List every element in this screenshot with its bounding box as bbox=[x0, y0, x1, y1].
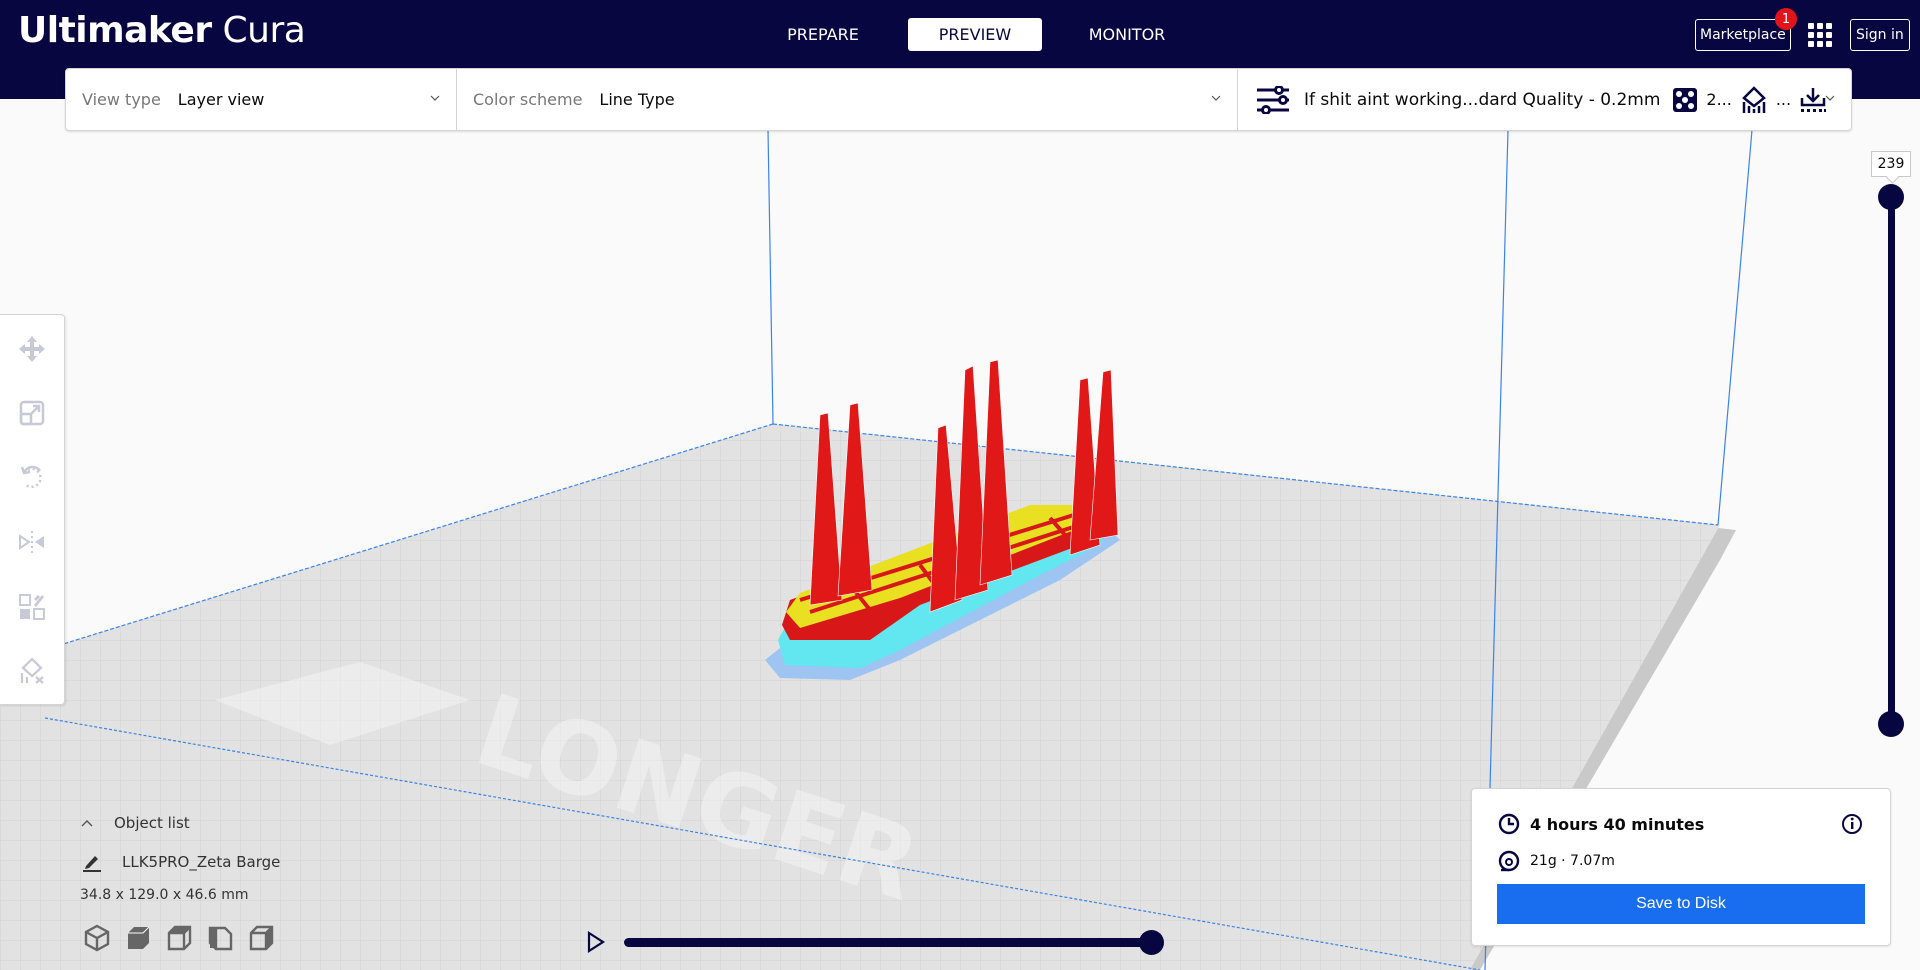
print-info-panel: 4 hours 40 minutes 21g · 7.07m Save to D… bbox=[1471, 788, 1891, 946]
view-top-icon[interactable] bbox=[165, 924, 193, 952]
view-left-icon[interactable] bbox=[206, 924, 234, 952]
play-simulation-icon[interactable] bbox=[586, 930, 606, 954]
mirror-icon bbox=[19, 531, 44, 553]
material-usage: 21g · 7.07m bbox=[1530, 853, 1615, 869]
infill-value: 2... bbox=[1706, 90, 1732, 109]
tab-preview[interactable]: PREVIEW bbox=[908, 18, 1042, 51]
chevron-down-icon bbox=[1825, 95, 1835, 101]
settings-sliders-icon bbox=[1256, 85, 1290, 114]
object-dimensions: 34.8 x 129.0 x 46.6 mm bbox=[80, 887, 249, 903]
layer-slider-track[interactable] bbox=[1888, 197, 1895, 724]
print-time: 4 hours 40 minutes bbox=[1530, 814, 1705, 834]
support-icon bbox=[1740, 85, 1768, 114]
per-model-settings-button[interactable] bbox=[16, 591, 48, 623]
move-icon bbox=[19, 336, 45, 362]
view-orientation-controls bbox=[83, 924, 275, 952]
view-type-dropdown[interactable]: View type Layer view bbox=[66, 69, 456, 130]
info-icon[interactable] bbox=[1841, 813, 1863, 835]
save-to-disk-button[interactable]: Save to Disk bbox=[1497, 884, 1865, 924]
edit-pencil-icon bbox=[83, 856, 101, 872]
color-scheme-dropdown[interactable]: Color scheme Line Type bbox=[456, 69, 1237, 130]
mirror-tool-button[interactable] bbox=[16, 526, 48, 558]
view-right-icon[interactable] bbox=[247, 924, 275, 952]
scale-tool-button[interactable] bbox=[16, 397, 48, 429]
rotate-tool-button[interactable] bbox=[16, 461, 48, 493]
tab-monitor[interactable]: MONITOR bbox=[1062, 18, 1192, 51]
layer-slider-upper-handle[interactable] bbox=[1878, 184, 1904, 210]
move-tool-button[interactable] bbox=[16, 333, 48, 365]
apps-grid-icon[interactable] bbox=[1807, 22, 1833, 48]
clock-icon bbox=[1498, 813, 1520, 835]
app-logo: Ultimaker Cura bbox=[18, 10, 306, 51]
simulation-slider-handle[interactable] bbox=[1139, 930, 1164, 955]
per-model-settings-icon bbox=[19, 594, 45, 620]
object-list-toggle[interactable]: Object list bbox=[80, 814, 190, 832]
sign-in-button[interactable]: Sign in bbox=[1850, 19, 1910, 51]
view-front-icon[interactable] bbox=[124, 924, 152, 952]
infill-icon bbox=[1672, 87, 1698, 113]
chevron-down-icon bbox=[430, 95, 440, 101]
object-list-item[interactable]: LLK5PRO_Zeta Barge bbox=[82, 852, 280, 872]
object-name: LLK5PRO_Zeta Barge bbox=[122, 853, 281, 871]
support-value: ... bbox=[1775, 90, 1792, 109]
print-settings-selector[interactable]: If shit aint working...dard Quality - 0.… bbox=[1237, 69, 1851, 130]
view-type-value: Layer view bbox=[177, 90, 265, 109]
scale-icon bbox=[19, 400, 45, 426]
print-profile-name: If shit aint working...dard Quality - 0.… bbox=[1304, 89, 1661, 110]
chevron-down-icon bbox=[1211, 95, 1221, 101]
object-list-label: Object list bbox=[114, 814, 190, 832]
adhesion-icon bbox=[1799, 86, 1827, 114]
support-blocker-button[interactable] bbox=[16, 655, 48, 687]
marketplace-badge: 1 bbox=[1775, 8, 1797, 30]
view-type-label: View type bbox=[82, 90, 161, 109]
logo-bold: Ultimaker bbox=[18, 10, 212, 51]
view-3d-icon[interactable] bbox=[83, 924, 111, 952]
chevron-up-icon bbox=[81, 820, 93, 827]
rotate-icon bbox=[20, 465, 42, 489]
color-scheme-label: Color scheme bbox=[473, 90, 583, 109]
support-blocker-icon bbox=[20, 657, 44, 684]
color-scheme-value: Line Type bbox=[599, 90, 675, 109]
tool-panel bbox=[0, 314, 65, 705]
view-toolbar: View type Layer view Color scheme Line T… bbox=[65, 68, 1852, 131]
logo-light: Cura bbox=[222, 10, 306, 51]
filament-spool-icon bbox=[1498, 850, 1520, 872]
current-layer-label[interactable]: 239 bbox=[1871, 151, 1911, 177]
tab-prepare[interactable]: PREPARE bbox=[758, 18, 888, 51]
simulation-slider-track[interactable] bbox=[624, 938, 1152, 947]
mast bbox=[1089, 369, 1119, 541]
stage-tabs: PREPARE PREVIEW MONITOR bbox=[758, 18, 1192, 51]
layer-slider-lower-handle[interactable] bbox=[1878, 711, 1904, 737]
